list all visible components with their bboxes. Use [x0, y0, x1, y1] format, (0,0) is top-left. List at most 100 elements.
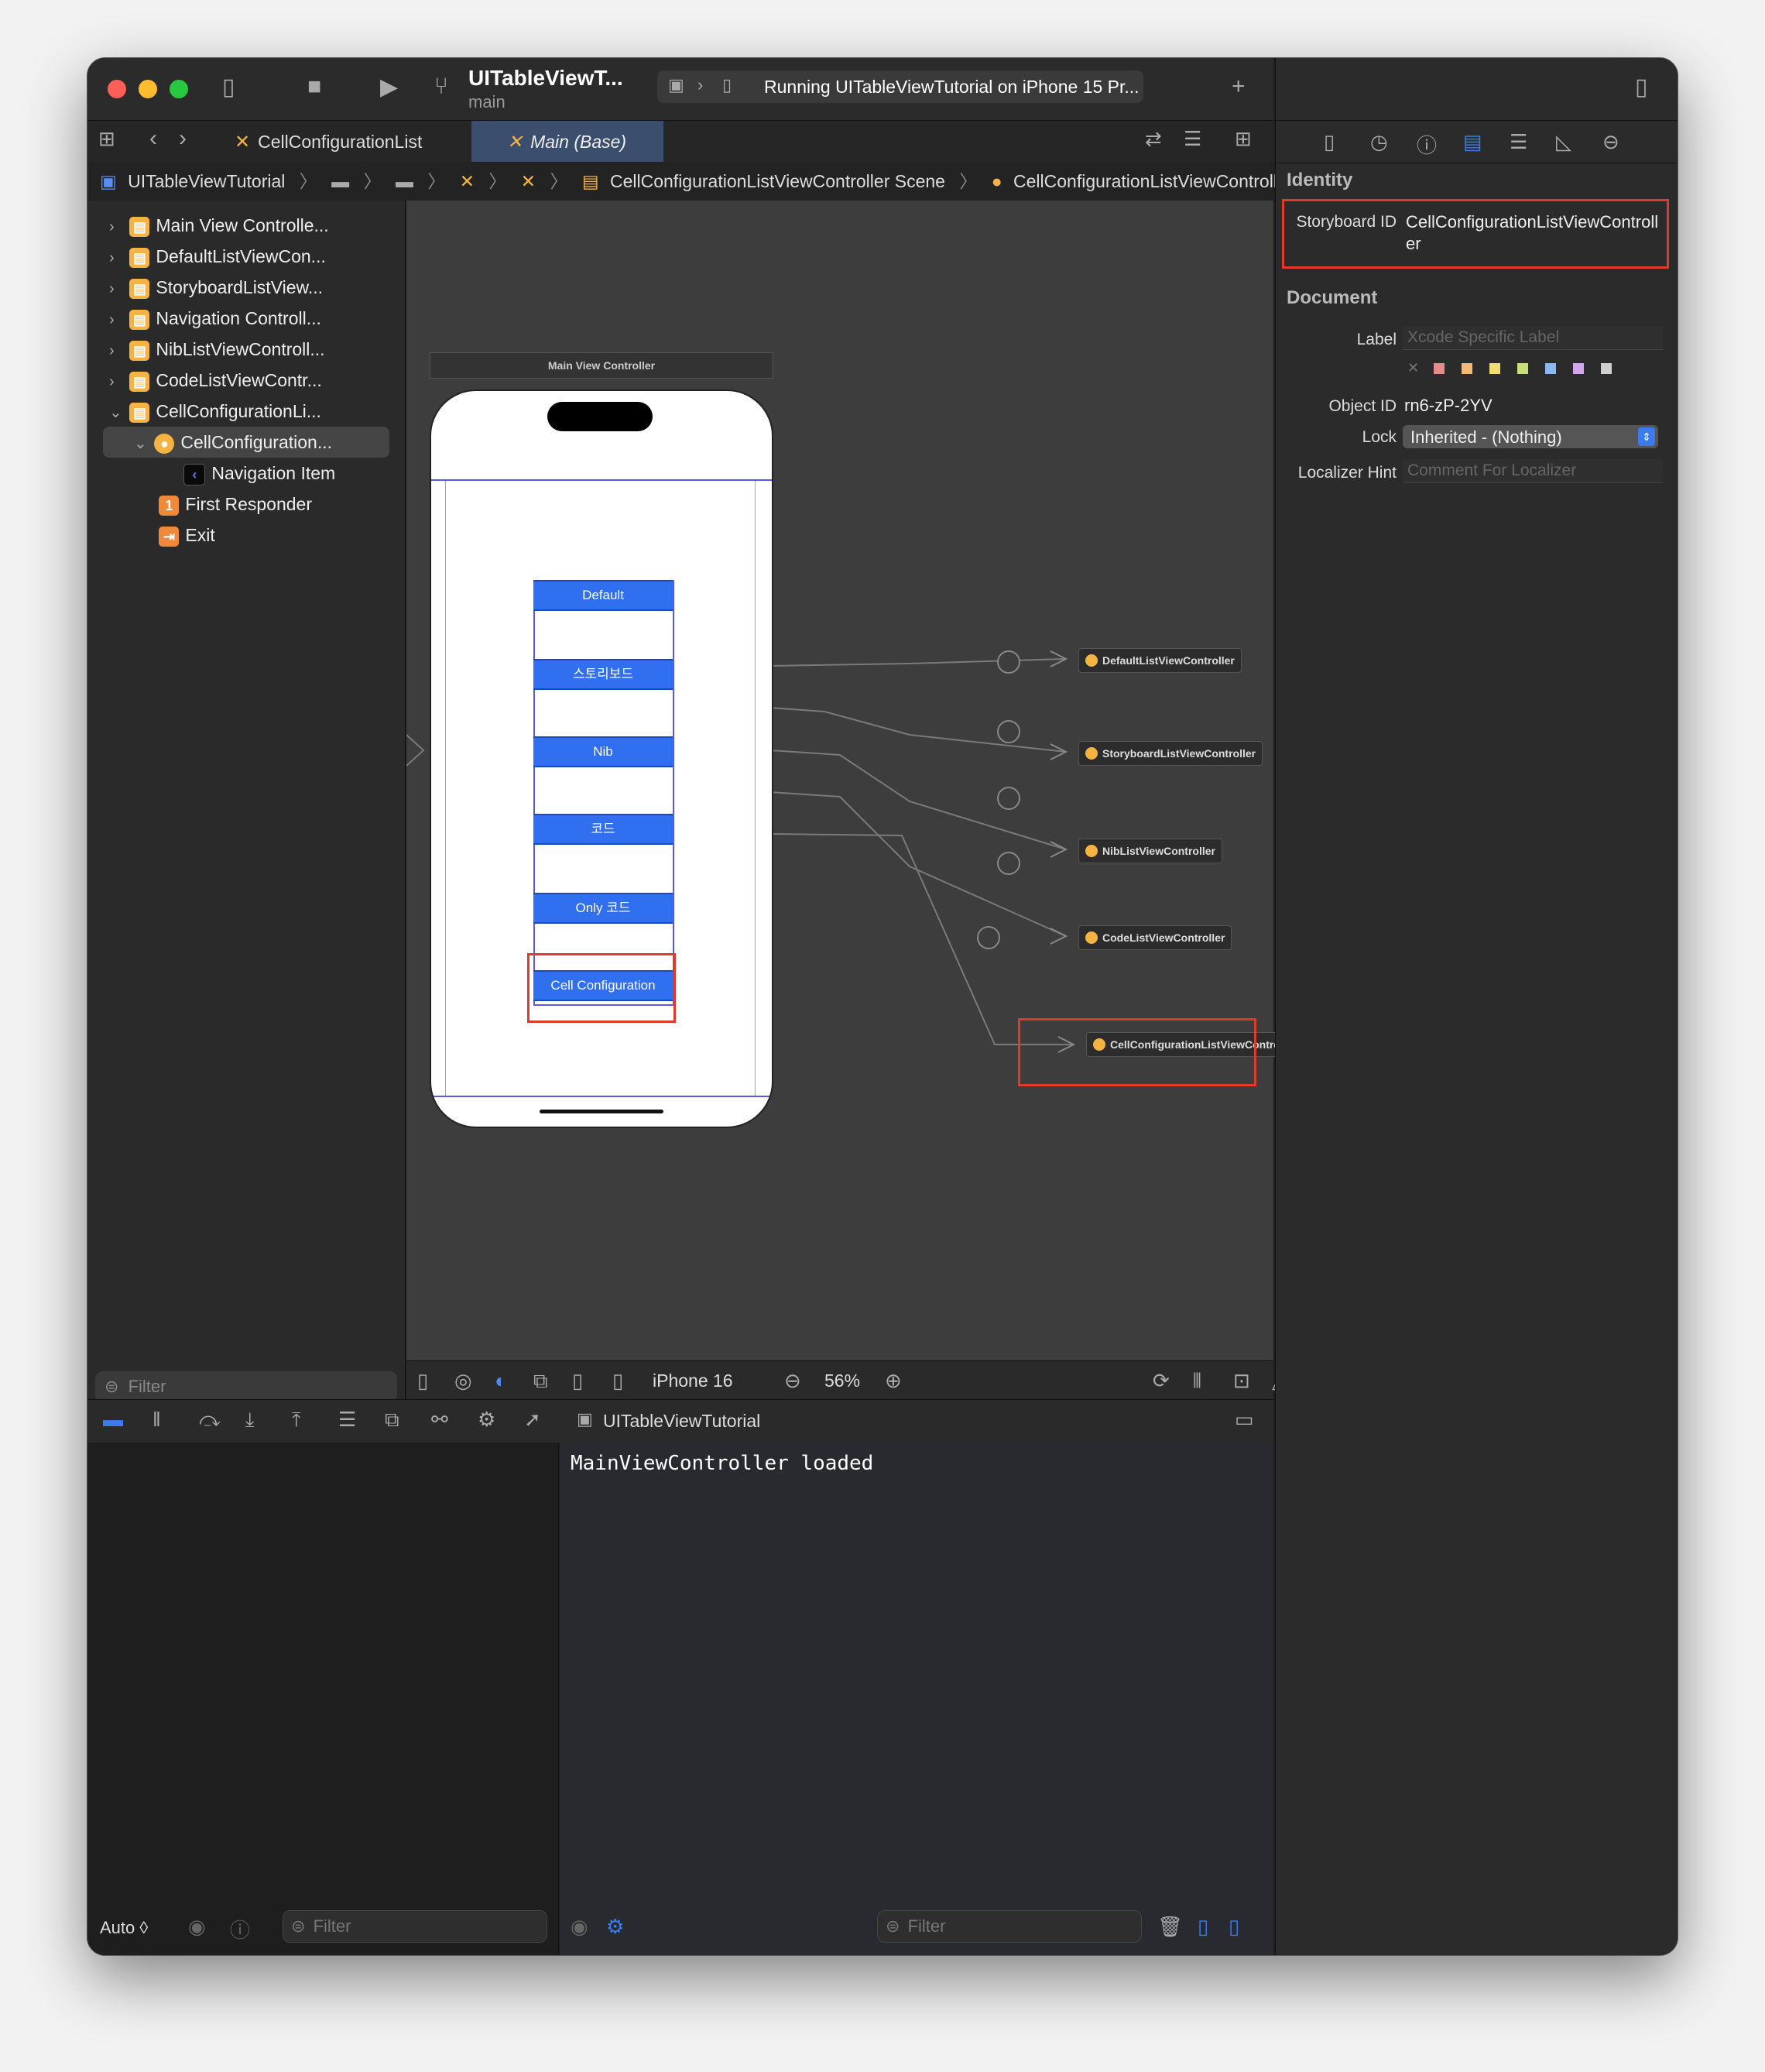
chevron-right-icon[interactable]: › — [109, 211, 125, 242]
info-icon[interactable]: ⓘ — [230, 1915, 250, 1943]
console-filter[interactable]: ⊜ Filter — [877, 1910, 1142, 1943]
chevron-down-icon[interactable]: ⌄ — [134, 428, 149, 459]
device-selector[interactable]: iPhone 16 — [653, 1361, 733, 1400]
outline-item[interactable]: ⇥ Exit — [87, 520, 405, 551]
grid-icon[interactable]: ⊞ — [98, 127, 115, 151]
lock-popup[interactable]: Inherited - (Nothing) ⇕ — [1403, 425, 1658, 448]
editor-options-icon[interactable]: ☰ — [1184, 127, 1201, 151]
hide-debug-area-icon[interactable]: ▭ — [1235, 1408, 1254, 1432]
close-button[interactable] — [108, 80, 126, 98]
outline-item[interactable]: › ▤ Main View Controlle... — [87, 210, 405, 241]
console[interactable]: MainViewController loaded ◉ ⚙ ⊜ Filter 🗑… — [560, 1443, 1273, 1955]
localizer-hint-field[interactable]: Comment For Localizer — [1403, 459, 1663, 483]
location-icon[interactable]: ➚ — [524, 1408, 541, 1432]
chevron-right-icon[interactable]: › — [109, 304, 125, 335]
iphone-icon[interactable]: ▯ — [612, 1361, 623, 1400]
environment-icon[interactable]: ⚯ — [431, 1408, 448, 1432]
swatch-orange[interactable] — [1462, 363, 1472, 374]
chevron-right-icon[interactable]: › — [109, 366, 125, 397]
storyboard-button[interactable]: 스토리보드 — [533, 659, 673, 690]
storyboard-id-field[interactable]: CellConfigurationListViewController — [1406, 211, 1663, 255]
step-into-icon[interactable]: ⤓ — [245, 1408, 255, 1432]
zoom-in-icon[interactable]: ⊕ — [885, 1361, 902, 1400]
step-over-icon[interactable]: ⤼ — [199, 1408, 221, 1432]
default-button[interactable]: Default — [533, 580, 673, 611]
pause-icon[interactable]: ‖ — [153, 1408, 161, 1432]
breadcrumb-scene[interactable]: CellConfigurationListViewController Scen… — [610, 171, 945, 191]
sidebar-toggle-icon[interactable]: ▯ — [222, 74, 235, 101]
accessibility-icon[interactable]: ◎ — [454, 1361, 472, 1400]
right-pane-icon[interactable]: ▯ — [1229, 1915, 1239, 1939]
breadcrumb-project[interactable]: UITableViewTutorial — [128, 171, 285, 191]
help-icon[interactable]: ⓘ — [1417, 130, 1437, 159]
destination-default-list[interactable]: DefaultListViewController — [1078, 648, 1242, 673]
override-icon[interactable]: ⚙ — [478, 1408, 495, 1432]
toggle-icon[interactable]: ⚙ — [606, 1915, 624, 1939]
run-icon[interactable]: ▶ — [380, 74, 398, 101]
file-inspector-icon[interactable]: ▯ — [1324, 130, 1335, 154]
tab-cell-configuration-list[interactable]: ✕ CellConfigurationList — [235, 121, 467, 163]
eye-icon[interactable]: ◉ — [188, 1915, 206, 1939]
outline-item[interactable]: › ▤ DefaultListViewCon... — [87, 241, 405, 272]
swatch-purple[interactable] — [1573, 363, 1584, 374]
pin-icon[interactable]: ⊡ — [1233, 1361, 1250, 1400]
scene-title-bar[interactable]: Main View Controller — [430, 352, 773, 379]
outline-item[interactable]: ⌄ ▤ CellConfigurationLi... — [87, 396, 405, 427]
back-icon[interactable]: ‹ — [149, 125, 157, 152]
button-stack-view[interactable] — [533, 580, 674, 1006]
split-editor-icon[interactable]: ⊞ — [1235, 127, 1252, 151]
variables-filter[interactable]: ⊜ Filter — [283, 1910, 547, 1943]
outline-item-selected[interactable]: ⌄ ● CellConfiguration... — [103, 427, 389, 458]
size-inspector-icon[interactable]: ◺ — [1556, 130, 1571, 154]
minimize-button[interactable] — [139, 80, 157, 98]
update-frames-icon[interactable]: ⟳ — [1153, 1361, 1170, 1400]
clear-label-icon[interactable]: ✕ — [1407, 360, 1419, 376]
destination-code-list[interactable]: CodeListViewController — [1078, 925, 1232, 950]
inspector-toggle-icon[interactable]: ▯ — [1635, 74, 1648, 101]
swatch-red[interactable] — [1434, 363, 1445, 374]
stop-icon[interactable]: ■ — [307, 74, 321, 100]
trash-icon[interactable]: 🗑 — [1157, 1915, 1183, 1939]
folder-icon[interactable]: ▬ — [396, 171, 413, 191]
outline-filter[interactable]: ⊜ Filter — [95, 1371, 397, 1402]
orientation-icon[interactable]: ⧉ — [533, 1361, 548, 1400]
auto-selector[interactable]: Auto ◊ — [100, 1918, 148, 1938]
destination-nib-list[interactable]: NibListViewController — [1078, 839, 1222, 863]
memory-graph-icon[interactable]: ⧉ — [385, 1408, 399, 1432]
destination-storyboard-list[interactable]: StoryboardListViewController — [1078, 741, 1263, 766]
outline-item[interactable]: › ▤ Navigation Controll... — [87, 303, 405, 334]
device-size-icon[interactable]: ▯ — [572, 1361, 583, 1400]
zoom-button[interactable] — [170, 80, 188, 98]
label-field[interactable]: Xcode Specific Label — [1403, 326, 1663, 350]
eye-icon[interactable]: ◉ — [571, 1915, 588, 1939]
breadcrumb-controller[interactable]: CellConfigurationListViewController — [1013, 171, 1293, 191]
align-icon[interactable]: ⫴ — [1193, 1361, 1201, 1400]
zoom-out-icon[interactable]: ⊖ — [784, 1361, 801, 1400]
view-hierarchy-icon[interactable]: ☰ — [338, 1408, 356, 1432]
step-out-icon[interactable]: ⤒ — [292, 1408, 301, 1432]
chevron-right-icon[interactable]: › — [109, 273, 125, 304]
swatch-green[interactable] — [1517, 363, 1528, 374]
chevron-down-icon[interactable]: ⌄ — [109, 397, 125, 428]
code-button[interactable]: 코드 — [533, 814, 673, 845]
add-icon[interactable]: + — [1232, 74, 1246, 100]
appearance-icon[interactable]: ◐ — [495, 1361, 507, 1400]
swatch-yellow[interactable] — [1489, 363, 1500, 374]
zoom-level[interactable]: 56% — [824, 1361, 860, 1400]
folder-icon[interactable]: ▬ — [331, 171, 349, 191]
storyboard-icon[interactable]: ✕ — [460, 171, 475, 191]
outline-item[interactable]: › ▤ CodeListViewContr... — [87, 365, 405, 396]
storyboard-icon[interactable]: ✕ — [521, 171, 536, 191]
connections-inspector-icon[interactable]: ⊖ — [1602, 130, 1619, 154]
activity-status[interactable]: ▣ › ▯ Running UITableViewTutorial on iPh… — [657, 70, 1143, 103]
outline-item[interactable]: 1 First Responder — [87, 489, 405, 520]
swatch-gray[interactable] — [1601, 363, 1612, 374]
forward-icon[interactable]: › — [179, 125, 187, 152]
tab-main-base[interactable]: ✕ Main (Base) — [471, 121, 663, 163]
only-code-button[interactable]: Only 코드 — [533, 893, 673, 924]
storyboard-canvas[interactable]: Main View Controller Default 스토리보드 Nib 코… — [406, 201, 1304, 1360]
outline-item[interactable]: › ▤ StoryboardListView... — [87, 272, 405, 303]
left-pane-icon[interactable]: ▯ — [1198, 1915, 1208, 1939]
swatch-blue[interactable] — [1545, 363, 1556, 374]
outline-item[interactable]: › ▤ NibListViewControll... — [87, 334, 405, 365]
